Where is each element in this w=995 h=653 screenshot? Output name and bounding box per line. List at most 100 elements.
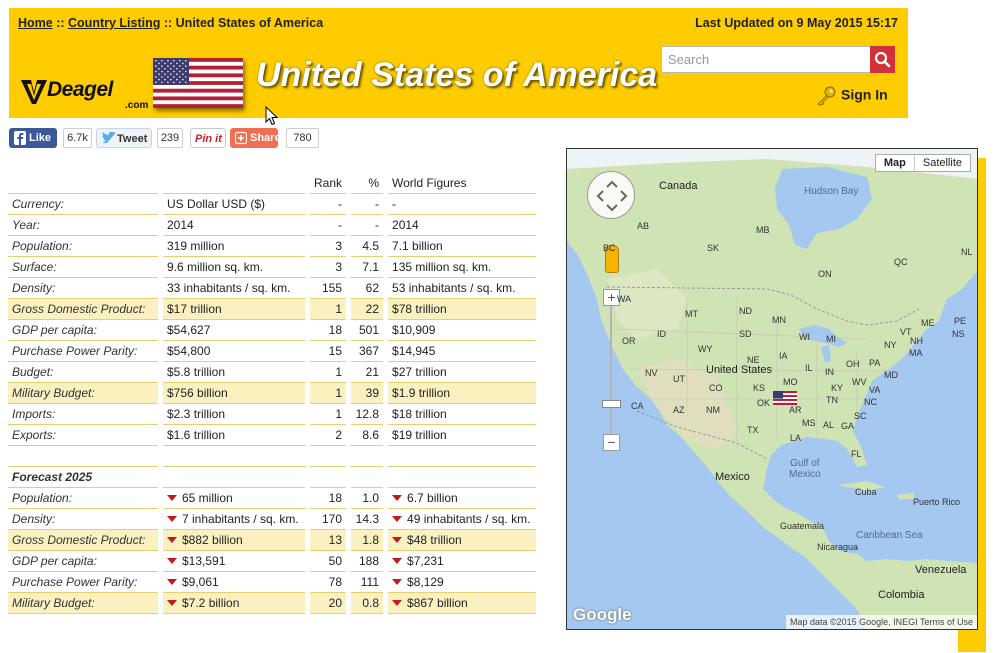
row-world-figure: 53 inhabitants / sq. km. [388,278,537,299]
map-place-label: ID [657,329,666,339]
map-place-label: Colombia [878,589,925,601]
down-arrow-icon [167,599,177,606]
map-flag-marker-icon[interactable] [773,391,797,405]
row-value: 2014 [163,215,305,236]
down-arrow-icon [167,536,177,543]
map-place-label: PA [869,358,881,368]
row-percent: 12.8 [351,404,384,425]
row-label: GDP per capita: [8,320,158,341]
row-label: Purchase Power Parity: [8,341,158,362]
map-place-label: UT [673,374,685,384]
row-value: $2.3 trillion [163,404,305,425]
share-button[interactable]: Share [230,128,281,148]
row-rank-text: 155 [321,281,343,295]
map-place-label: NY [884,340,897,350]
map-place-label: OR [622,336,636,346]
map-place-label: AB [637,221,650,231]
map-place-label: ME [921,318,935,328]
down-arrow-icon [167,494,177,501]
row-value-text: 65 million [182,491,233,505]
row-percent-text: - [375,197,380,211]
down-arrow-icon [167,515,177,522]
row-world-figure-text: 135 million sq. km. [392,260,492,274]
table-row: Purchase Power Parity: $9,061 78 111 $8,129 [8,572,537,593]
row-rank: 20 [310,593,347,614]
row-percent-text: 4.5 [362,239,380,253]
table-row: Population: 319 million 3 4.5 7.1 billion [8,236,537,257]
row-label: Military Budget: [8,383,158,404]
map-type-map-button[interactable]: Map [876,155,915,171]
map-type-satellite-button[interactable]: Satellite [915,155,970,171]
facebook-like-count: 6.7k [63,128,92,148]
map-pan-control[interactable] [587,171,635,219]
row-value-text: $756 billion [167,386,228,400]
row-value-text: $54,627 [167,323,211,337]
tweet-button[interactable]: Tweet [96,128,152,148]
down-arrow-icon [392,536,403,543]
map-place-label: United States [706,364,773,376]
row-percent-text: 188 [358,554,380,568]
logo-dotcom: .com [125,100,149,111]
row-rank-text: 50 [328,554,343,568]
row-percent: 501 [351,320,384,341]
row-label: Military Budget: [8,593,158,614]
breadcrumb-home-link[interactable]: Home [18,16,53,30]
sign-in-link[interactable]: Sign In [815,86,888,106]
row-percent-text: 7.1 [362,260,380,274]
row-world-figure-text: $8,129 [407,575,444,589]
map-place-label: SD [739,329,752,339]
page-header: Home :: Country Listing :: United States… [9,8,908,118]
row-world-figure: - [388,194,537,215]
map-place-label: Venezuela [915,564,967,576]
row-value-text: 9.6 million sq. km. [167,260,264,274]
search-button[interactable] [870,46,895,73]
map-attribution[interactable]: Map data ©2015 Google, INEGI Terms of Us… [785,615,977,629]
facebook-like-button[interactable]: Like [9,128,57,148]
map-place-label: TX [747,425,759,435]
map-place-label: KY [831,383,844,393]
row-value: $9,061 [163,572,305,593]
row-label-text: GDP per capita: [12,323,97,337]
map-place-label: CA [631,401,644,411]
zoom-out-button[interactable]: − [603,434,620,451]
google-logo[interactable]: Google [573,605,632,625]
table-row: Surface: 9.6 million sq. km. 3 7.1 135 milli… [8,257,537,278]
row-rank: 3 [310,257,347,278]
row-rank: 50 [310,551,347,572]
map-place-label: WA [617,294,632,304]
table-row: GDP per capita: $54,627 18 501 $10,909 [8,320,537,341]
row-world-figure: 6.7 billion [388,488,537,509]
table-row: Imports: $2.3 trillion 1 12.8 $18 trillion [8,404,537,425]
row-percent-text: 22 [365,302,380,316]
mouse-cursor-icon [265,106,279,126]
google-map[interactable]: Map Satellite + − Canada Hudson Bay AB SK MB B… [566,148,978,630]
row-rank: 1 [310,362,347,383]
map-place-label: MN [772,315,786,325]
row-world-figure: $867 billion [388,593,537,614]
row-rank: 78 [310,572,347,593]
pinterest-pin-button[interactable]: Pin it [190,128,226,148]
row-label-text: Exports: [12,428,57,442]
row-percent: 0.8 [351,593,384,614]
row-percent: 1.8 [351,530,384,551]
row-world-figure-text: 49 inhabitants / sq. km. [407,512,531,526]
row-world-figure-text: $867 billion [407,596,468,610]
deagel-logo[interactable]: Deagel .com [19,74,149,114]
row-rank-text: 3 [335,239,343,253]
row-rank-text: 18 [328,323,343,337]
map-place-label: LA [790,433,802,443]
search-input[interactable] [661,46,870,73]
zoom-slider-handle[interactable] [602,400,621,408]
row-rank-text: - [338,197,343,211]
row-percent: - [351,215,384,236]
row-value-text: $17 trillion [167,302,222,316]
zoom-slider-track[interactable] [610,299,612,437]
down-arrow-icon [392,557,403,564]
row-value-text: $9,061 [182,575,219,589]
row-label: Exports: [8,425,158,446]
row-percent-text: 39 [365,386,380,400]
breadcrumb-country-listing-link[interactable]: Country Listing [68,16,160,30]
map-place-label: TN [826,395,838,405]
row-rank: 3 [310,236,347,257]
row-rank: 2 [310,425,347,446]
